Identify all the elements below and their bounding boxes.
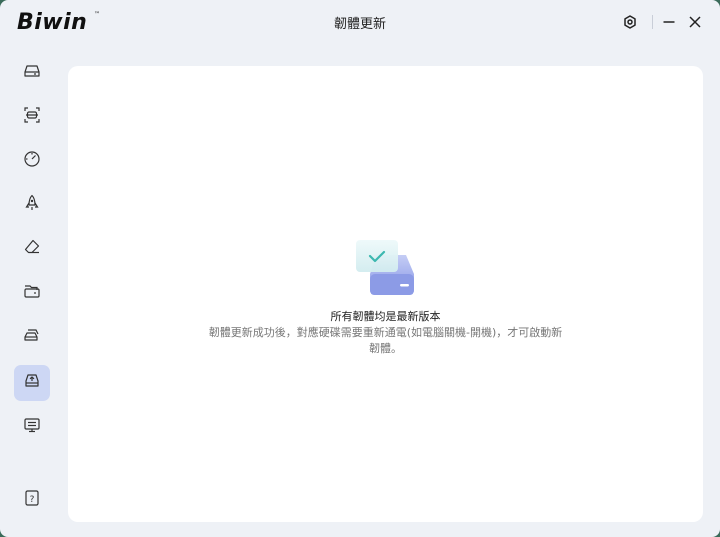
main-panel: 所有韌體均是最新版本 韌體更新成功後，對應硬碟需要重新通電(如電腦關機-開機)，…: [68, 66, 703, 522]
settings-icon[interactable]: [621, 13, 639, 31]
app-window: Biwin ™ 韌體更新 ? 所有韌體均是最新版本 韌體更新成功後，對應硬碟需要…: [0, 0, 720, 537]
sidebar-item-scan[interactable]: [14, 99, 50, 135]
help-icon: ?: [24, 489, 40, 511]
sidebar-item-boost[interactable]: [14, 187, 50, 223]
sidebar-item-backup[interactable]: [14, 275, 50, 311]
rocket-icon: [23, 194, 41, 216]
sidebar: ?: [0, 52, 66, 537]
help-button[interactable]: ?: [14, 482, 50, 518]
drive-icon: [23, 62, 41, 84]
eraser-icon: [23, 238, 41, 260]
title-bar: Biwin ™ 韌體更新: [0, 0, 720, 44]
status-description: 韌體更新成功後，對應硬碟需要重新通電(如電腦關機-開機)，才可啟動新韌體。: [208, 326, 563, 355]
sidebar-item-erase[interactable]: [14, 231, 50, 267]
sidebar-item-firmware-update[interactable]: [14, 365, 50, 401]
status-title: 所有韌體均是最新版本: [330, 310, 441, 323]
minimize-icon[interactable]: [660, 13, 678, 31]
svg-text:?: ?: [30, 495, 35, 505]
close-icon[interactable]: [686, 13, 704, 31]
sidebar-item-speed[interactable]: [14, 143, 50, 179]
sidebar-item-drive[interactable]: [14, 55, 50, 91]
clone-drive-icon: [23, 326, 41, 348]
monitor-info-icon: [23, 416, 41, 438]
firmware-update-icon: [23, 372, 41, 394]
sidebar-item-clone[interactable]: [14, 319, 50, 355]
titlebar-divider: [652, 15, 653, 29]
speedometer-icon: [23, 150, 41, 172]
folder-drive-icon: [23, 282, 41, 304]
window-title: 韌體更新: [333, 17, 386, 32]
scan-icon: [23, 106, 41, 128]
sidebar-item-disk-info[interactable]: [14, 409, 50, 445]
firmware-up-to-date-illustration: [356, 240, 418, 296]
